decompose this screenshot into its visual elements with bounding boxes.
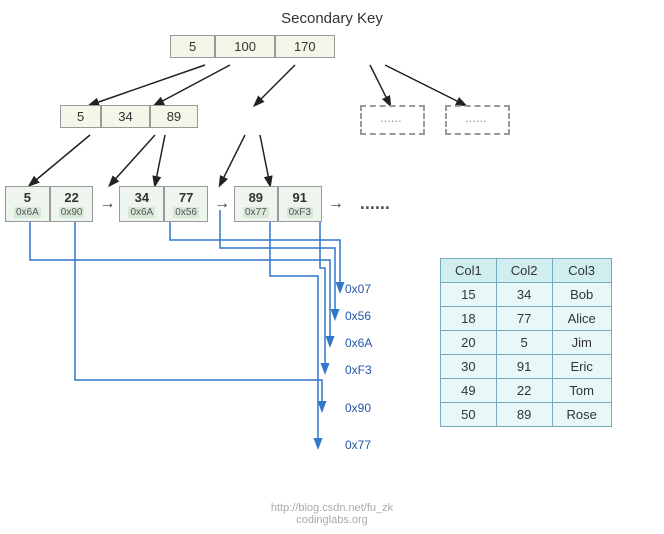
leaf-row: 5 0x6A 22 0x90 → 34 0x6A 77 0x56 → 89 [5,185,402,222]
table-row: 1877Alice [441,307,612,331]
dashed-box-2: ...... [445,105,510,135]
table-cell-3-1: 91 [496,355,552,379]
hex-label-0x07: 0x07 [345,282,371,296]
leaf-group-2: 89 0x77 91 0xF3 [234,186,322,222]
main-container: Secondary Key 5 100 170 5 34 89 ...... .… [0,0,664,534]
col3-header: Col3 [552,259,611,283]
table-cell-0-2: Bob [552,283,611,307]
table-cell-1-0: 18 [441,307,497,331]
table-cell-0-0: 15 [441,283,497,307]
table-row: 3091Eric [441,355,612,379]
hex-label-0x90: 0x90 [345,401,371,415]
table-cell-2-2: Jim [552,331,611,355]
table-row: 1534Bob [441,283,612,307]
col2-header: Col2 [496,259,552,283]
hex-label-0x56: 0x56 [345,309,371,323]
table-cell-4-0: 49 [441,379,497,403]
secondary-key-row: 5 100 170 [170,35,335,58]
hex-label-0x77: 0x77 [345,438,371,452]
table-row: 205Jim [441,331,612,355]
table-cell-2-0: 20 [441,331,497,355]
table-cell-1-2: Alice [552,307,611,331]
table-row: 4922Tom [441,379,612,403]
leaf-group-0: 5 0x6A 22 0x90 [5,186,93,222]
data-table: Col1 Col2 Col3 1534Bob1877Alice205Jim309… [440,258,612,427]
l2-cell-1: 34 [101,105,149,128]
leaf-ellipsis: ...... [348,185,402,222]
leaf-cell-1-1: 77 0x56 [164,186,208,222]
sk-cell-2: 170 [275,35,335,58]
leaf-group-1: 34 0x6A 77 0x56 [119,186,207,222]
hex-label-0xf3: 0xF3 [345,363,372,377]
table-row: 5089Rose [441,403,612,427]
sk-cell-0: 5 [170,35,215,58]
leaf-cell-2-0: 89 0x77 [234,186,278,222]
table-cell-5-1: 89 [496,403,552,427]
table-cell-1-1: 77 [496,307,552,331]
arrow-right-2: → [324,195,348,213]
col1-header: Col1 [441,259,497,283]
dashed-box-1: ...... [360,105,425,135]
page-title: Secondary Key [0,10,664,27]
arrow-right-0: → [95,195,119,213]
table-header-row: Col1 Col2 Col3 [441,259,612,283]
table-cell-2-1: 5 [496,331,552,355]
watermark: http://blog.csdn.net/fu_zk codinglabs.or… [0,502,664,526]
table-cell-4-2: Tom [552,379,611,403]
table-cell-5-2: Rose [552,403,611,427]
level2-row: 5 34 89 [60,105,198,128]
leaf-cell-2-1: 91 0xF3 [278,186,322,222]
l2-cell-2: 89 [150,105,198,128]
table-cell-4-1: 22 [496,379,552,403]
table-cell-0-1: 34 [496,283,552,307]
sk-cell-1: 100 [215,35,275,58]
table-cell-3-0: 30 [441,355,497,379]
table-cell-5-0: 50 [441,403,497,427]
hex-label-0x6a: 0x6A [345,336,372,350]
table-cell-3-2: Eric [552,355,611,379]
leaf-cell-1-0: 34 0x6A [119,186,164,222]
leaf-cell-0-1: 22 0x90 [50,186,94,222]
l2-cell-0: 5 [60,105,101,128]
arrow-right-1: → [210,195,234,213]
leaf-cell-0-0: 5 0x6A [5,186,50,222]
